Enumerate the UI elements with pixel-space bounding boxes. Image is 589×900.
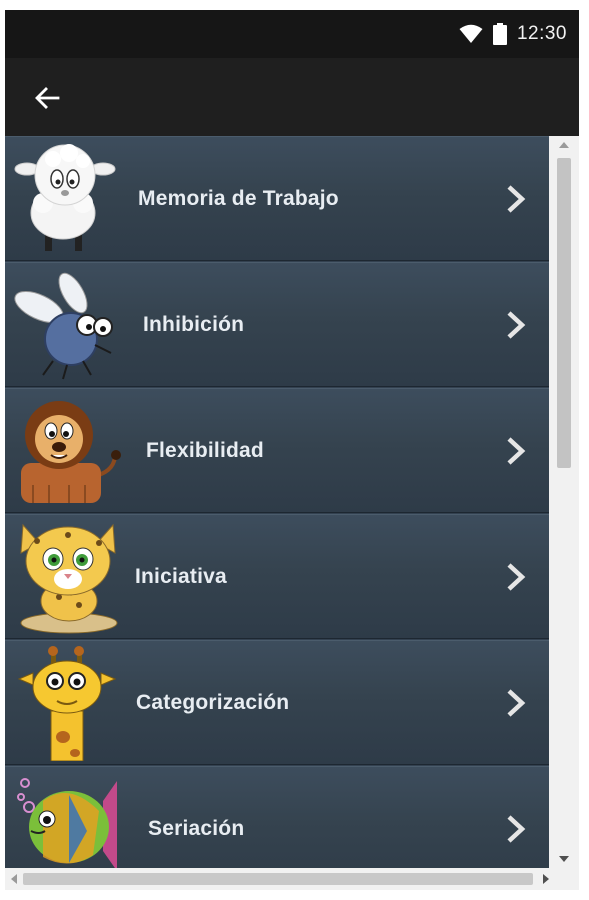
chevron-right-icon [507, 814, 526, 843]
vertical-scrollbar[interactable] [549, 136, 579, 868]
menu-item-label: Iniciativa [135, 564, 227, 588]
chevron-right-icon [507, 562, 526, 591]
scroll-right-arrow-icon[interactable] [543, 874, 549, 884]
fish-icon [17, 778, 117, 868]
jaguar-icon [20, 523, 118, 634]
vertical-scroll-thumb[interactable] [557, 158, 571, 468]
horizontal-scrollbar[interactable] [5, 868, 579, 890]
chevron-right-icon [507, 436, 526, 465]
menu-item-label: Memoria de Trabajo [138, 186, 339, 210]
clock: 12:30 [516, 23, 567, 44]
menu-item-flexibilidad[interactable]: Flexibilidad [5, 388, 549, 513]
fly-icon [14, 272, 113, 380]
menu-item-label: Seriación [148, 816, 245, 840]
chevron-right-icon [507, 184, 526, 213]
menu-item-categorizacion[interactable]: Categorización [5, 640, 549, 765]
phone-screen: 12:30 Memoria de Trabajo Inhibición Flex… [5, 10, 579, 890]
menu-item-memoria[interactable]: Memoria de Trabajo [5, 136, 549, 261]
chevron-right-icon [507, 310, 526, 339]
menu-item-seriacion[interactable]: Seriación [5, 766, 549, 868]
lion-icon [21, 401, 121, 503]
menu-item-iniciativa[interactable]: Iniciativa [5, 514, 549, 639]
back-arrow-icon [35, 87, 60, 109]
status-bar: 12:30 [5, 10, 579, 58]
app-bar [5, 58, 579, 136]
wifi-icon [459, 24, 483, 43]
sheep-icon [14, 144, 116, 251]
battery-icon [492, 23, 507, 45]
giraffe-icon [17, 646, 117, 761]
menu-item-inhibicion[interactable]: Inhibición [5, 262, 549, 387]
chevron-right-icon [507, 688, 526, 717]
menu-list: Memoria de Trabajo Inhibición Flexibilid… [5, 136, 549, 868]
scroll-down-arrow-icon[interactable] [559, 856, 569, 862]
menu-item-label: Categorización [136, 690, 290, 714]
horizontal-scroll-thumb[interactable] [23, 873, 533, 885]
scroll-left-arrow-icon[interactable] [11, 874, 17, 884]
menu-item-label: Inhibición [143, 312, 245, 336]
menu-item-label: Flexibilidad [146, 438, 264, 462]
scroll-up-arrow-icon[interactable] [559, 142, 569, 148]
status-icons: 12:30 [459, 23, 567, 45]
back-button[interactable] [29, 80, 65, 116]
